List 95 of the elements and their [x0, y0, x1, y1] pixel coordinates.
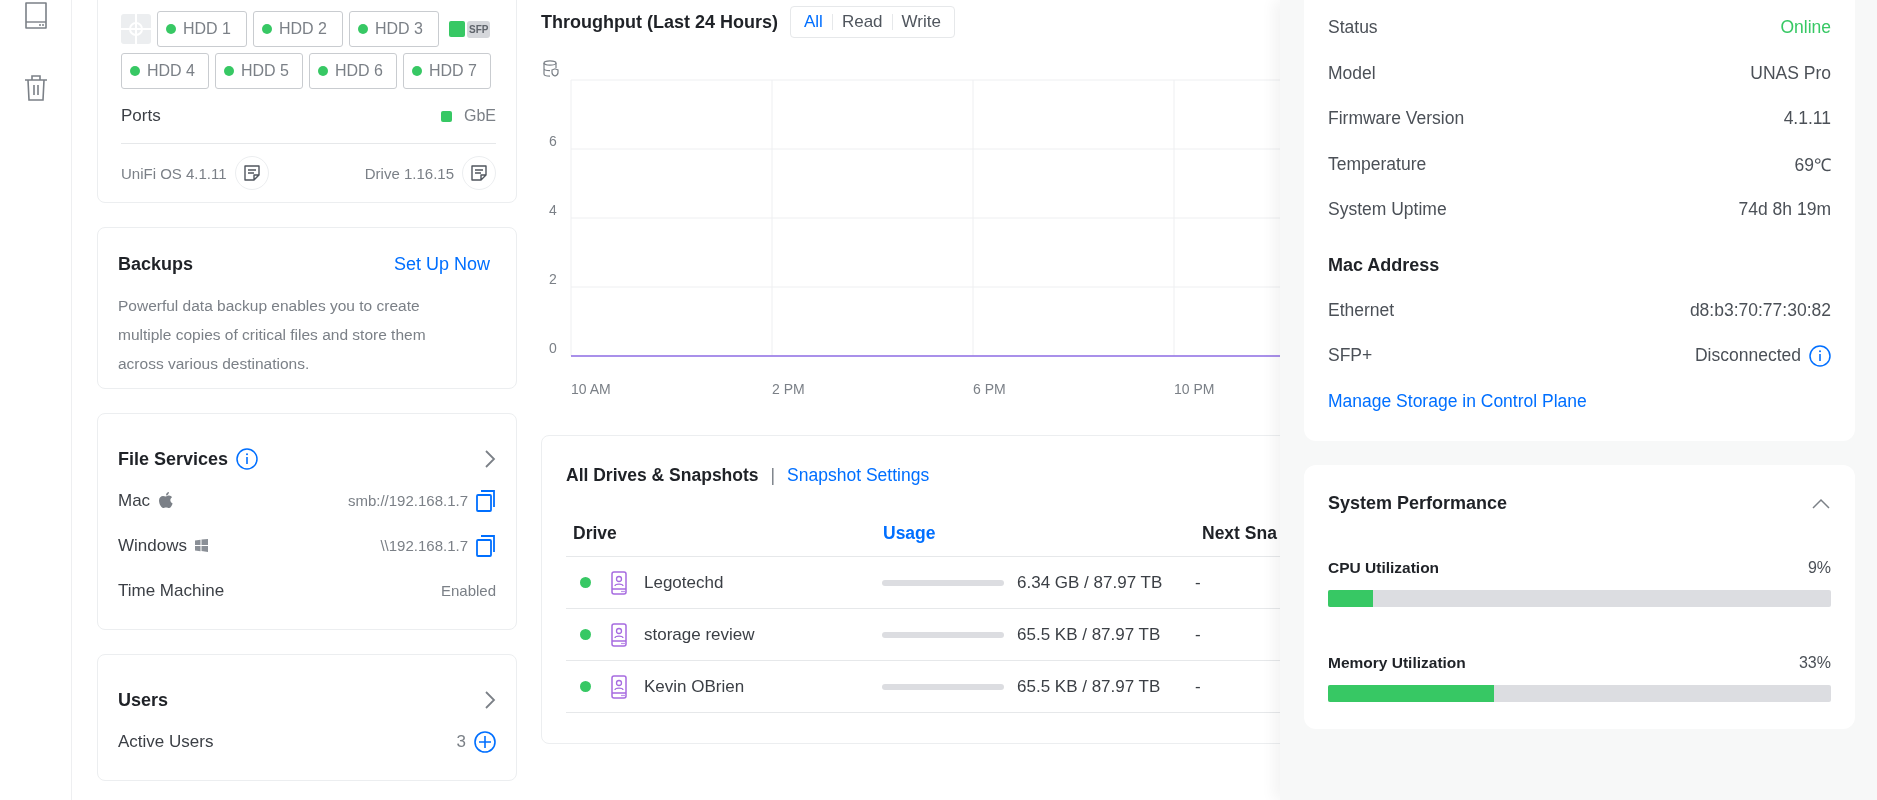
detail-label: Status	[1328, 17, 1378, 39]
drive-bay-button[interactable]: HDD 4	[121, 53, 209, 89]
column-header[interactable]: Usage	[883, 522, 936, 544]
detail-label: System Uptime	[1328, 199, 1447, 221]
port-label: GbE	[464, 107, 496, 125]
usage-text: 65.5 KB / 87.97 TB	[1017, 624, 1161, 645]
user-drive-icon	[611, 674, 627, 699]
x-tick-label: 10 PM	[1174, 381, 1215, 397]
drive-bay-button[interactable]: HDD 5	[215, 53, 303, 89]
chevron-up-icon[interactable]	[1811, 497, 1831, 510]
y-tick-label: 4	[549, 202, 557, 218]
meter-reading: 33%	[1798, 653, 1831, 672]
detail-value: UNAS Pro	[1750, 62, 1831, 84]
drive-name: Legotechd	[644, 572, 724, 593]
info-icon	[236, 448, 259, 470]
next-snapshot: -	[1195, 676, 1201, 697]
drive-bay-button[interactable]: HDD 7	[403, 53, 491, 89]
service-label: Mac	[118, 490, 151, 511]
filter-tab[interactable]: Write	[892, 11, 950, 33]
card-title: Users	[118, 689, 169, 711]
detail-value: 69℃	[1794, 154, 1831, 177]
service-value: Enabled	[440, 582, 496, 599]
drive-icon	[22, 0, 49, 32]
x-tick-label: 6 PM	[973, 381, 1006, 397]
add-user-button[interactable]	[474, 730, 496, 753]
windows-icon	[194, 539, 208, 552]
filter-tab[interactable]: All	[795, 11, 832, 33]
note-icon	[470, 164, 488, 182]
service-value: smb://192.168.1.7	[347, 492, 468, 509]
detail-label: Firmware Version	[1328, 108, 1465, 130]
drive-name: storage review	[644, 624, 755, 645]
detail-value: Disconnected	[1694, 345, 1801, 367]
service-label: Windows	[118, 535, 187, 556]
release-notes-button[interactable]	[462, 156, 496, 190]
detail-value: 74d 8h 19m	[1738, 199, 1831, 221]
column-header[interactable]: Drive	[573, 522, 617, 544]
chevron-right-icon	[484, 449, 496, 469]
trash-icon	[22, 74, 49, 102]
service-label: Time Machine	[118, 580, 225, 601]
detail-label: SFP+	[1328, 345, 1373, 367]
card-title: System Performance	[1328, 493, 1508, 514]
user-drive-icon	[611, 570, 627, 595]
backups-description: Powerful data backup enables you to create multiple copies of critical files and store them across various destinations.	[118, 296, 427, 374]
usage-text: 6.34 GB / 87.97 TB	[1017, 572, 1163, 593]
meter-reading: 9%	[1807, 558, 1831, 577]
filter-tab[interactable]: Read	[832, 11, 892, 33]
drive-bay-button[interactable]: HDD 6	[309, 53, 397, 89]
next-snapshot: -	[1195, 624, 1201, 645]
os-version: UniFi OS 4.1.11	[121, 164, 227, 182]
copy-icon	[476, 534, 496, 557]
card-title: Backups	[118, 254, 194, 275]
release-notes-button[interactable]	[234, 156, 269, 190]
set-up-now-link[interactable]: Set Up Now	[393, 254, 490, 275]
section-title: Mac Address	[1328, 253, 1441, 277]
detail-value: d8:b3:70:77:30:82	[1689, 299, 1831, 321]
detail-value: 4.1.11	[1783, 108, 1831, 130]
copy-icon	[476, 489, 496, 512]
drive-bay-button[interactable]: HDD 3	[349, 11, 439, 47]
user-drive-icon	[611, 622, 627, 647]
add-icon	[474, 730, 496, 753]
card-title: File Services	[118, 448, 229, 470]
copy-button[interactable]	[476, 489, 496, 512]
separator: |	[770, 464, 776, 486]
ports-label: Ports	[121, 106, 161, 126]
usage-text: 65.5 KB / 87.97 TB	[1017, 676, 1161, 697]
chart-title: Throughput (Last 24 Hours)	[541, 11, 778, 33]
apple-icon	[158, 491, 175, 510]
database-icon	[543, 60, 559, 77]
drive-bay-button[interactable]: HDD 2	[253, 11, 343, 47]
drive-version: Drive 1.16.15	[364, 164, 454, 182]
note-icon	[242, 164, 261, 182]
drive-name: Kevin OBrien	[644, 676, 745, 697]
x-tick-label: 10 AM	[571, 381, 611, 397]
detail-label: Temperature	[1328, 153, 1427, 175]
next-snapshot: -	[1195, 572, 1201, 593]
manage-storage-link[interactable]: Manage Storage in Control Plane	[1328, 378, 1831, 423]
x-tick-label: 2 PM	[772, 381, 805, 397]
meter-label: CPU Utilization	[1328, 558, 1440, 577]
y-tick-label: 6	[549, 133, 557, 149]
column-header[interactable]: Next Sna	[1202, 522, 1277, 544]
meter-label: Memory Utilization	[1328, 653, 1466, 672]
detail-label: Model	[1328, 62, 1376, 84]
drive-bay-button[interactable]: HDD 1	[157, 11, 247, 47]
card-title: All Drives & Snapshots	[566, 464, 759, 486]
sfp-label: SFP	[467, 20, 491, 38]
service-value: \\192.168.1.7	[380, 537, 468, 554]
detail-label: Ethernet	[1328, 299, 1395, 321]
snapshot-settings-link[interactable]: Snapshot Settings	[787, 464, 930, 486]
copy-button[interactable]	[476, 534, 496, 557]
y-tick-label: 2	[549, 271, 557, 287]
chevron-right-icon	[484, 690, 496, 710]
user-count: 3	[456, 731, 466, 752]
detail-value: Online	[1780, 17, 1831, 39]
users-label: Active Users	[118, 731, 214, 752]
y-tick-label: 0	[549, 340, 557, 356]
